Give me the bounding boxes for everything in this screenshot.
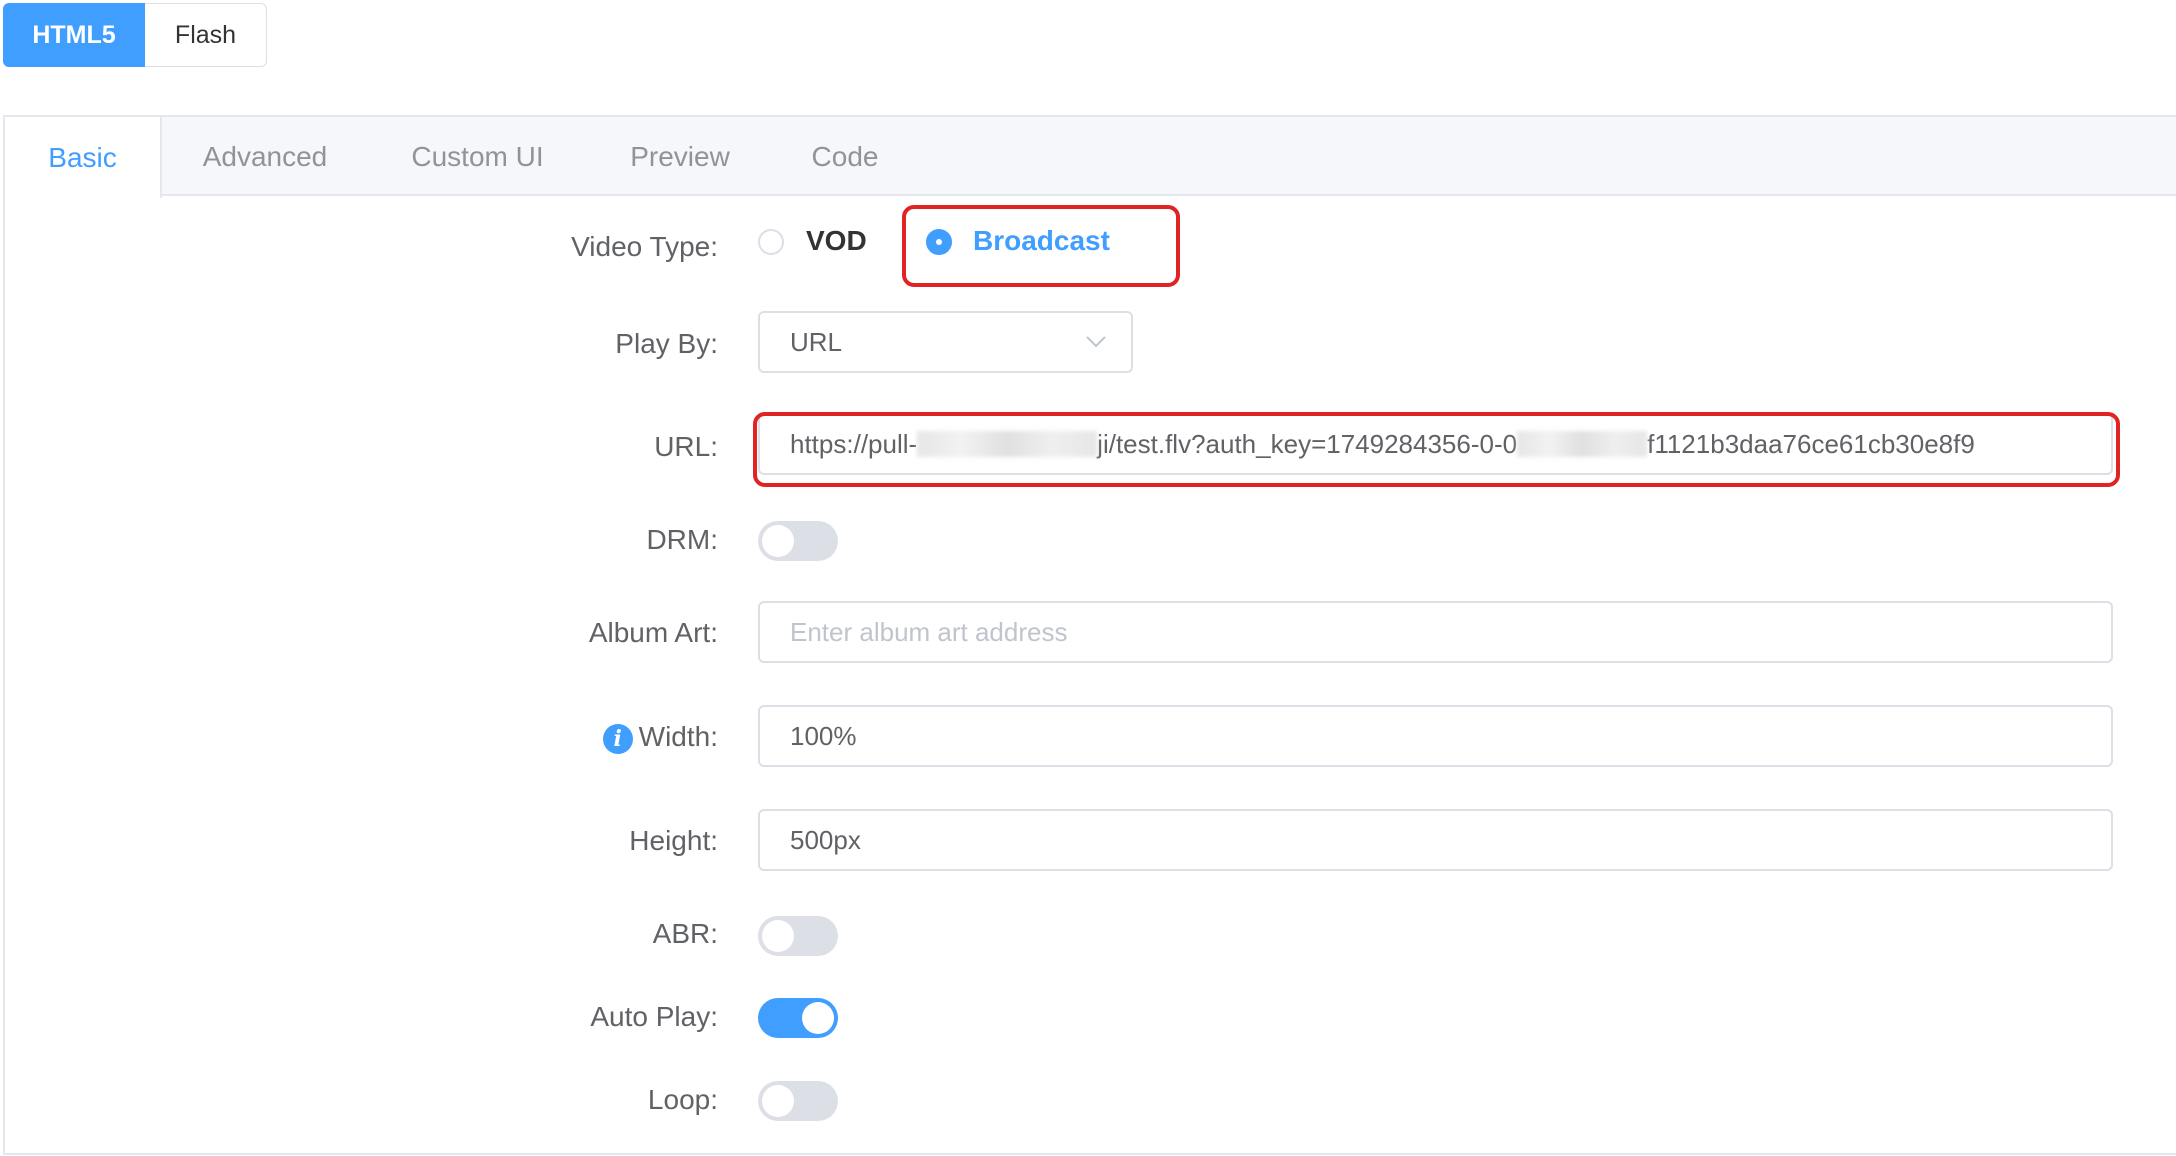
flash-mode-button[interactable]: Flash: [145, 3, 267, 67]
chevron-down-icon: [1086, 336, 1106, 348]
album-art-input[interactable]: Enter album art address: [758, 601, 2113, 663]
url-value-part-1: https://pull-: [790, 428, 918, 459]
url-value-part-3: f1121b3daa76ce61cb30e8f9: [1647, 428, 1975, 459]
auto-play-label: Auto Play:: [590, 1001, 718, 1032]
info-icon[interactable]: i: [602, 723, 633, 754]
width-label-group: i Width:: [602, 721, 718, 754]
height-input[interactable]: 500px: [758, 809, 2113, 871]
video-type-label: Video Type:: [571, 231, 718, 262]
height-value: 500px: [790, 824, 861, 855]
height-label: Height:: [629, 825, 718, 856]
url-redaction-2: [1517, 431, 1648, 457]
tab-custom-ui[interactable]: Custom UI: [395, 117, 560, 196]
loop-switch[interactable]: [758, 1081, 838, 1121]
vod-radio-label[interactable]: VOD: [806, 225, 867, 257]
drm-label: DRM:: [646, 524, 718, 555]
play-by-select[interactable]: URL: [758, 311, 1133, 373]
play-by-label: Play By:: [615, 328, 718, 359]
width-input[interactable]: 100%: [758, 705, 2113, 767]
auto-play-switch[interactable]: [758, 998, 838, 1038]
html5-mode-button[interactable]: HTML5: [3, 3, 145, 67]
tab-bar: Basic Advanced Custom UI Preview Code: [5, 117, 2176, 198]
loop-label: Loop:: [647, 1084, 718, 1115]
drm-switch[interactable]: [758, 521, 838, 561]
tab-advanced[interactable]: Advanced: [180, 117, 350, 196]
width-label: Width:: [638, 721, 718, 752]
album-art-placeholder: Enter album art address: [790, 616, 1068, 647]
url-value-part-2: ji/test.flv?auth_key=1749284356-0-0: [1097, 428, 1518, 459]
url-input[interactable]: https://pull-ji/test.flv?auth_key=174928…: [758, 413, 2113, 475]
vod-radio[interactable]: [758, 229, 784, 255]
tab-preview[interactable]: Preview: [610, 117, 750, 196]
abr-label: ABR:: [652, 918, 718, 949]
tab-code[interactable]: Code: [795, 117, 895, 196]
play-by-value: URL: [790, 326, 843, 357]
broadcast-radio-label[interactable]: Broadcast: [973, 225, 1110, 257]
album-art-label: Album Art:: [588, 617, 718, 648]
tab-basic[interactable]: Basic: [5, 117, 162, 198]
abr-switch[interactable]: [758, 916, 838, 956]
width-value: 100%: [790, 720, 857, 751]
broadcast-radio[interactable]: [926, 229, 952, 255]
url-label: URL:: [654, 431, 718, 462]
url-redaction-1: [917, 431, 1098, 457]
